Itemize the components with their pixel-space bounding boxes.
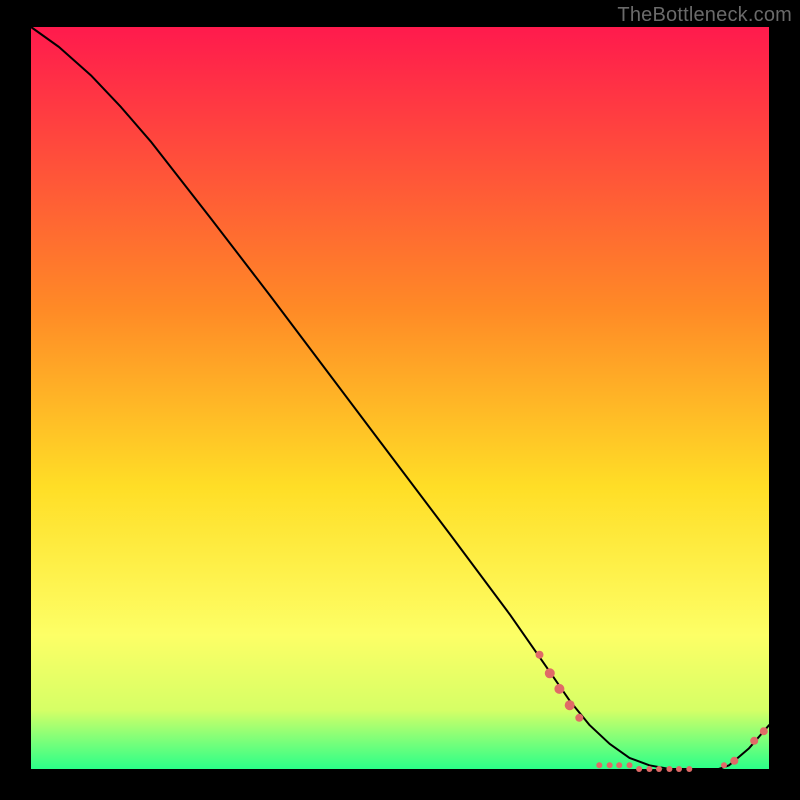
highlight-dot [616,762,622,768]
highlight-dot [627,762,633,768]
highlight-dot [646,766,652,772]
highlight-dot [554,684,564,694]
highlight-dot [596,762,602,768]
chart-svg [0,0,800,800]
highlight-dot [760,727,768,735]
highlight-dot [565,700,575,710]
highlight-dot [750,737,758,745]
highlight-dot [676,766,682,772]
highlight-dot [636,766,642,772]
highlight-dot [575,714,583,722]
highlight-dot [536,651,544,659]
plot-background [31,27,769,769]
highlight-dot [666,766,672,772]
highlight-dot [607,762,613,768]
highlight-dot [721,762,727,768]
highlight-dot [730,757,738,765]
chart-stage: TheBottleneck.com [0,0,800,800]
highlight-dot [686,766,692,772]
highlight-dot [656,766,662,772]
highlight-dot [545,668,555,678]
